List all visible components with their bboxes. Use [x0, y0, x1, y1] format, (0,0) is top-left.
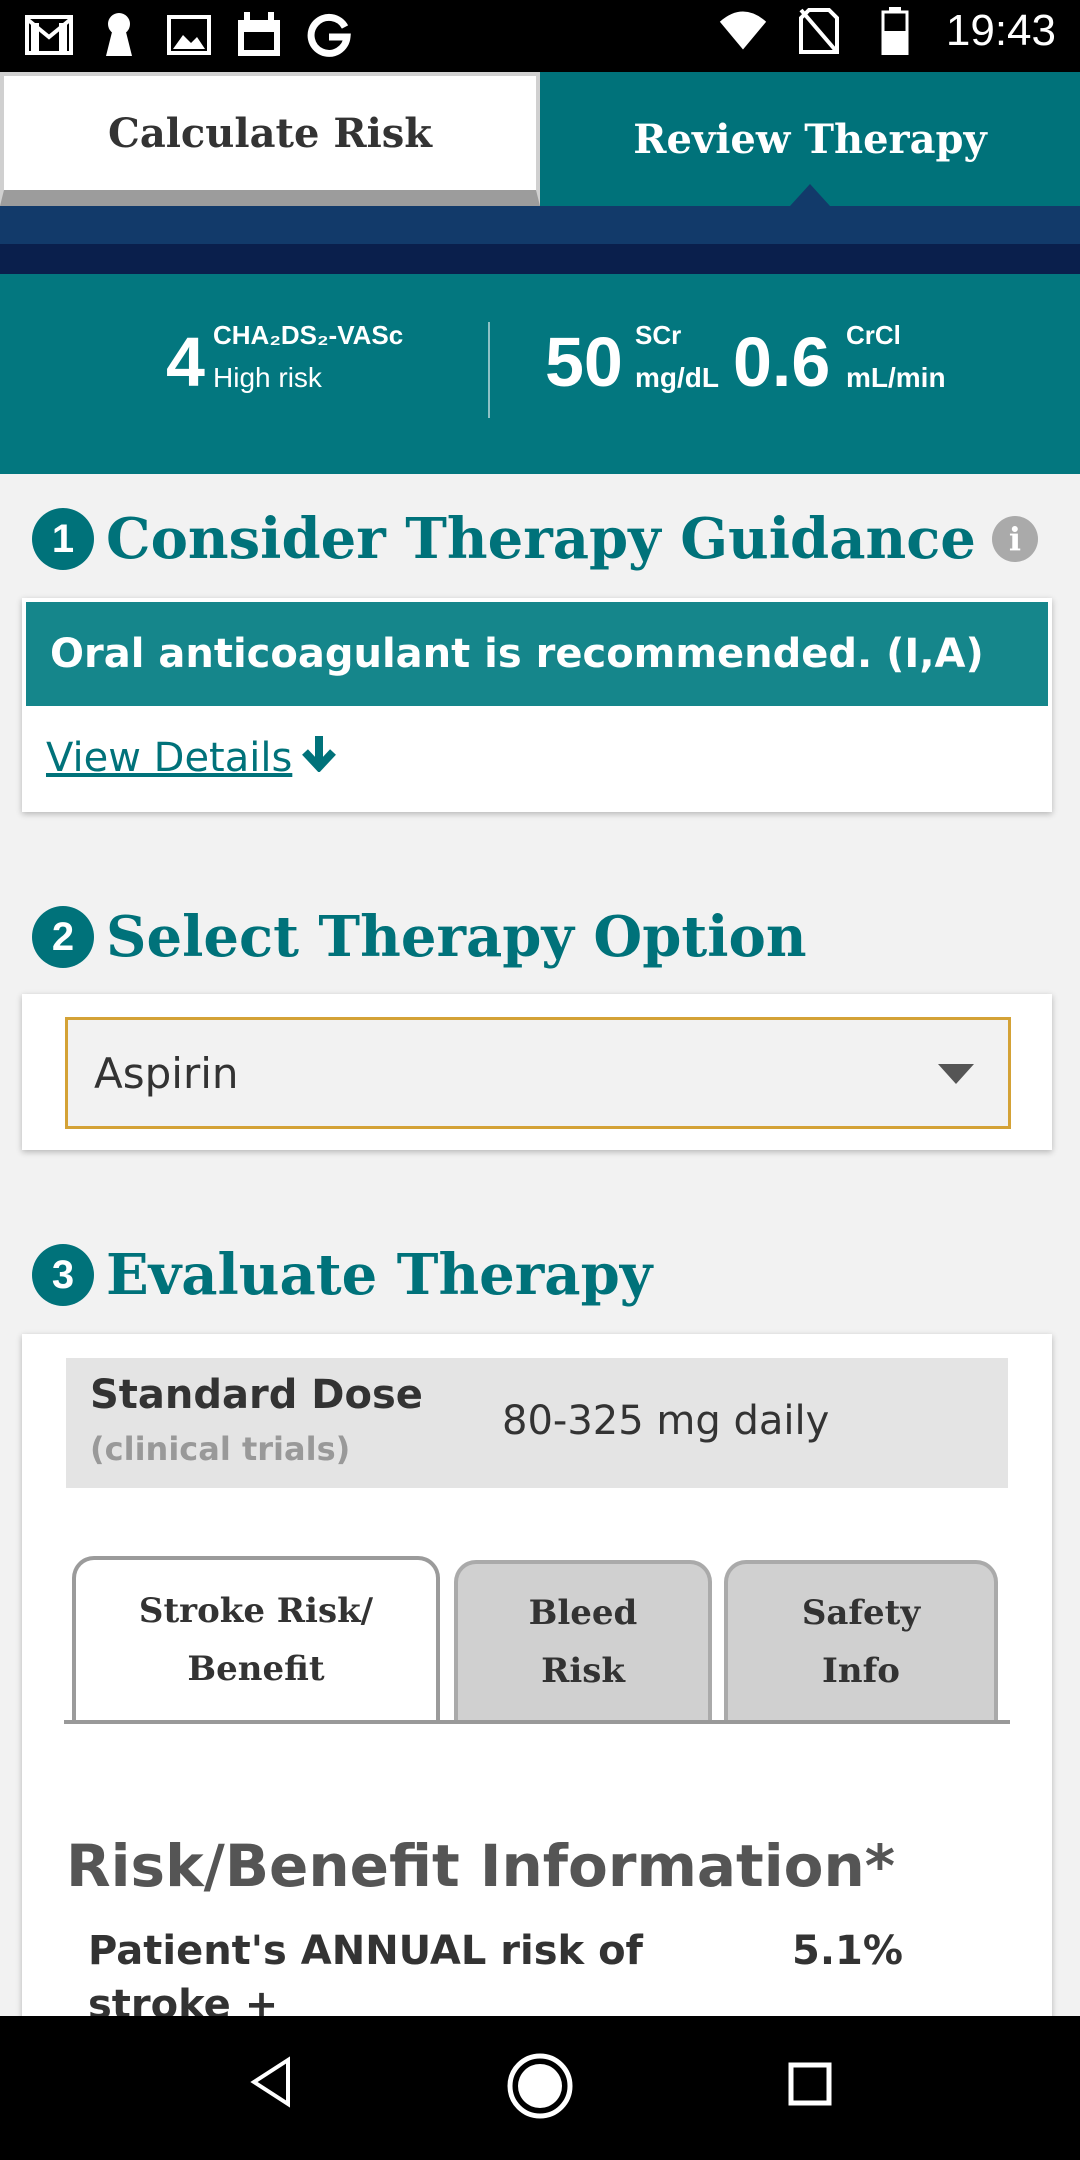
- evaluate-card: Standard Dose (clinical trials) 80-325 m…: [22, 1334, 1052, 2082]
- risk-summary: 4 CHA₂DS₂-VASc High risk 50 SCr mg/dL 0.…: [0, 274, 1080, 474]
- tab-bleed-risk[interactable]: Bleed Risk: [454, 1560, 712, 1720]
- home-nav-icon[interactable]: [506, 2052, 574, 2124]
- tab-safety-info[interactable]: Safety Info: [724, 1560, 998, 1720]
- step-3-title: Evaluate Therapy: [106, 1242, 653, 1308]
- recommendation-banner: Oral anticoagulant is recommended. (I,A): [26, 602, 1048, 706]
- gmail-icon: [24, 10, 74, 60]
- dose-subtitle: (clinical trials): [90, 1430, 351, 1468]
- step-1-header: 1 Consider Therapy Guidance i: [32, 506, 1038, 572]
- clock: 19:43: [945, 6, 1056, 55]
- active-tab-caret: [790, 184, 830, 206]
- standard-dose-box: Standard Dose (clinical trials) 80-325 m…: [66, 1358, 1008, 1488]
- step-3-header: 3 Evaluate Therapy: [32, 1242, 652, 1308]
- crcl-value: 0.6: [733, 323, 831, 401]
- dose-title: Standard Dose: [90, 1372, 423, 1418]
- risk-benefit-title: Risk/Benefit Information*: [66, 1832, 896, 1900]
- crcl-label: CrCl: [846, 320, 901, 350]
- view-details-label: View Details: [46, 735, 293, 781]
- step-3-number: 3: [32, 1244, 94, 1306]
- nav-band: [0, 206, 1080, 274]
- battery-icon: [870, 6, 920, 56]
- wifi-icon: [718, 6, 768, 56]
- no-sim-icon: [794, 6, 844, 56]
- evaluate-subtabs: Stroke Risk/ Benefit Bleed Risk Safety I…: [64, 1556, 1010, 1724]
- top-tabs: Calculate Risk Review Therapy: [0, 72, 1080, 206]
- step-1-number: 1: [32, 508, 94, 570]
- risk-label: High risk: [213, 362, 322, 393]
- therapy-select-value: Aspirin: [94, 1048, 239, 1098]
- step-2-title: Select Therapy Option: [106, 904, 807, 970]
- guidance-card: Oral anticoagulant is recommended. (I,A)…: [22, 598, 1052, 812]
- tab-stroke-risk-benefit[interactable]: Stroke Risk/ Benefit: [72, 1556, 440, 1720]
- keyhole-icon: [94, 10, 144, 60]
- recents-nav-icon[interactable]: [788, 2062, 832, 2110]
- therapy-select[interactable]: Aspirin: [65, 1017, 1011, 1129]
- dose-value: 80-325 mg daily: [502, 1398, 830, 1444]
- scr-unit: mg/dL: [635, 362, 719, 393]
- crcl-unit: mL/min: [846, 362, 946, 393]
- google-icon: [304, 10, 354, 60]
- status-bar: 19:43: [0, 0, 1080, 72]
- system-nav-bar: [0, 2016, 1080, 2160]
- calendar-icon: [234, 10, 284, 60]
- step-2-header: 2 Select Therapy Option: [32, 904, 807, 970]
- therapy-option-card: Aspirin: [22, 994, 1052, 1150]
- tab-calculate-risk[interactable]: Calculate Risk: [0, 72, 540, 206]
- summary-divider: [488, 322, 490, 418]
- score-label: CHA₂DS₂-VASc: [213, 320, 404, 350]
- image-icon: [164, 10, 214, 60]
- scr-value: 50: [545, 323, 623, 401]
- tab-review-therapy[interactable]: Review Therapy: [540, 72, 1080, 206]
- view-details-link[interactable]: View Details: [46, 734, 338, 782]
- info-icon[interactable]: i: [991, 516, 1038, 562]
- dropdown-caret-icon: [938, 1064, 974, 1084]
- down-arrow-icon: [300, 734, 338, 782]
- step-2-number: 2: [32, 906, 94, 968]
- back-nav-icon[interactable]: [248, 2056, 294, 2112]
- tab-review-label: Review Therapy: [633, 115, 987, 163]
- scr-label: SCr: [635, 320, 682, 350]
- step-1-title: Consider Therapy Guidance: [106, 506, 976, 572]
- score-value: 4: [166, 323, 205, 401]
- annual-risk-value: 5.1%: [792, 1928, 903, 1974]
